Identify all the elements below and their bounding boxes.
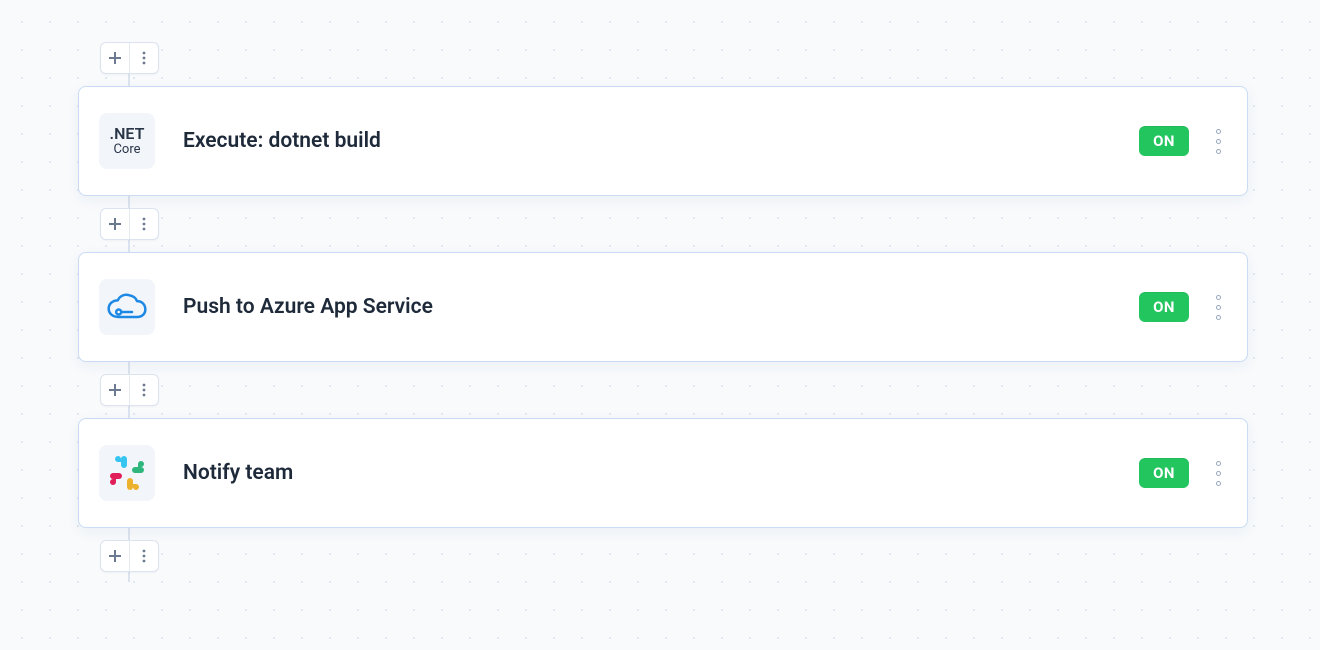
step-context-button[interactable] [130, 209, 158, 239]
toggle-on-badge[interactable]: ON [1139, 126, 1189, 156]
dot-icon [1216, 139, 1221, 144]
plus-icon [108, 217, 122, 231]
plus-icon [108, 383, 122, 397]
add-step-button[interactable] [101, 209, 129, 239]
add-step-button[interactable] [101, 43, 129, 73]
dot-icon [1216, 315, 1221, 320]
kebab-icon [142, 383, 146, 397]
pipeline-step-card[interactable]: Push to Azure App Service ON [78, 252, 1248, 362]
step-icon-tile [99, 279, 155, 335]
dot-icon [1216, 481, 1221, 486]
add-step-button[interactable] [101, 375, 129, 405]
plus-icon [108, 549, 122, 563]
step-icon-tile: .NET Core [99, 113, 155, 169]
toggle-on-badge[interactable]: ON [1139, 458, 1189, 488]
step-menu-button[interactable] [1211, 295, 1225, 320]
pipeline-stack: .NET Core Execute: dotnet build ON [78, 42, 1248, 572]
step-icon-tile [99, 445, 155, 501]
step-context-button[interactable] [130, 43, 158, 73]
dot-icon [1216, 149, 1221, 154]
dot-icon [1216, 461, 1221, 466]
add-step-pill [100, 42, 159, 74]
kebab-icon [142, 217, 146, 231]
dotnet-core-icon: .NET Core [110, 126, 145, 156]
plus-icon [108, 51, 122, 65]
step-title: Push to Azure App Service [183, 295, 1139, 319]
pipeline-step-card[interactable]: Notify team ON [78, 418, 1248, 528]
kebab-icon [142, 51, 146, 65]
step-title: Notify team [183, 461, 1139, 485]
add-step-pill [100, 208, 159, 240]
step-context-button[interactable] [130, 541, 158, 571]
add-step-pill [100, 540, 159, 572]
kebab-icon [142, 549, 146, 563]
azure-icon [107, 292, 147, 322]
step-menu-button[interactable] [1211, 461, 1225, 486]
step-menu-button[interactable] [1211, 129, 1225, 154]
step-title: Execute: dotnet build [183, 129, 1139, 153]
toggle-on-badge[interactable]: ON [1139, 292, 1189, 322]
pipeline-step-card[interactable]: .NET Core Execute: dotnet build ON [78, 86, 1248, 196]
add-step-pill [100, 374, 159, 406]
slack-icon [107, 453, 147, 493]
dot-icon [1216, 471, 1221, 476]
pipeline-canvas: .NET Core Execute: dotnet build ON [0, 0, 1320, 650]
dot-icon [1216, 305, 1221, 310]
add-step-button[interactable] [101, 541, 129, 571]
dot-icon [1216, 129, 1221, 134]
dot-icon [1216, 295, 1221, 300]
step-context-button[interactable] [130, 375, 158, 405]
